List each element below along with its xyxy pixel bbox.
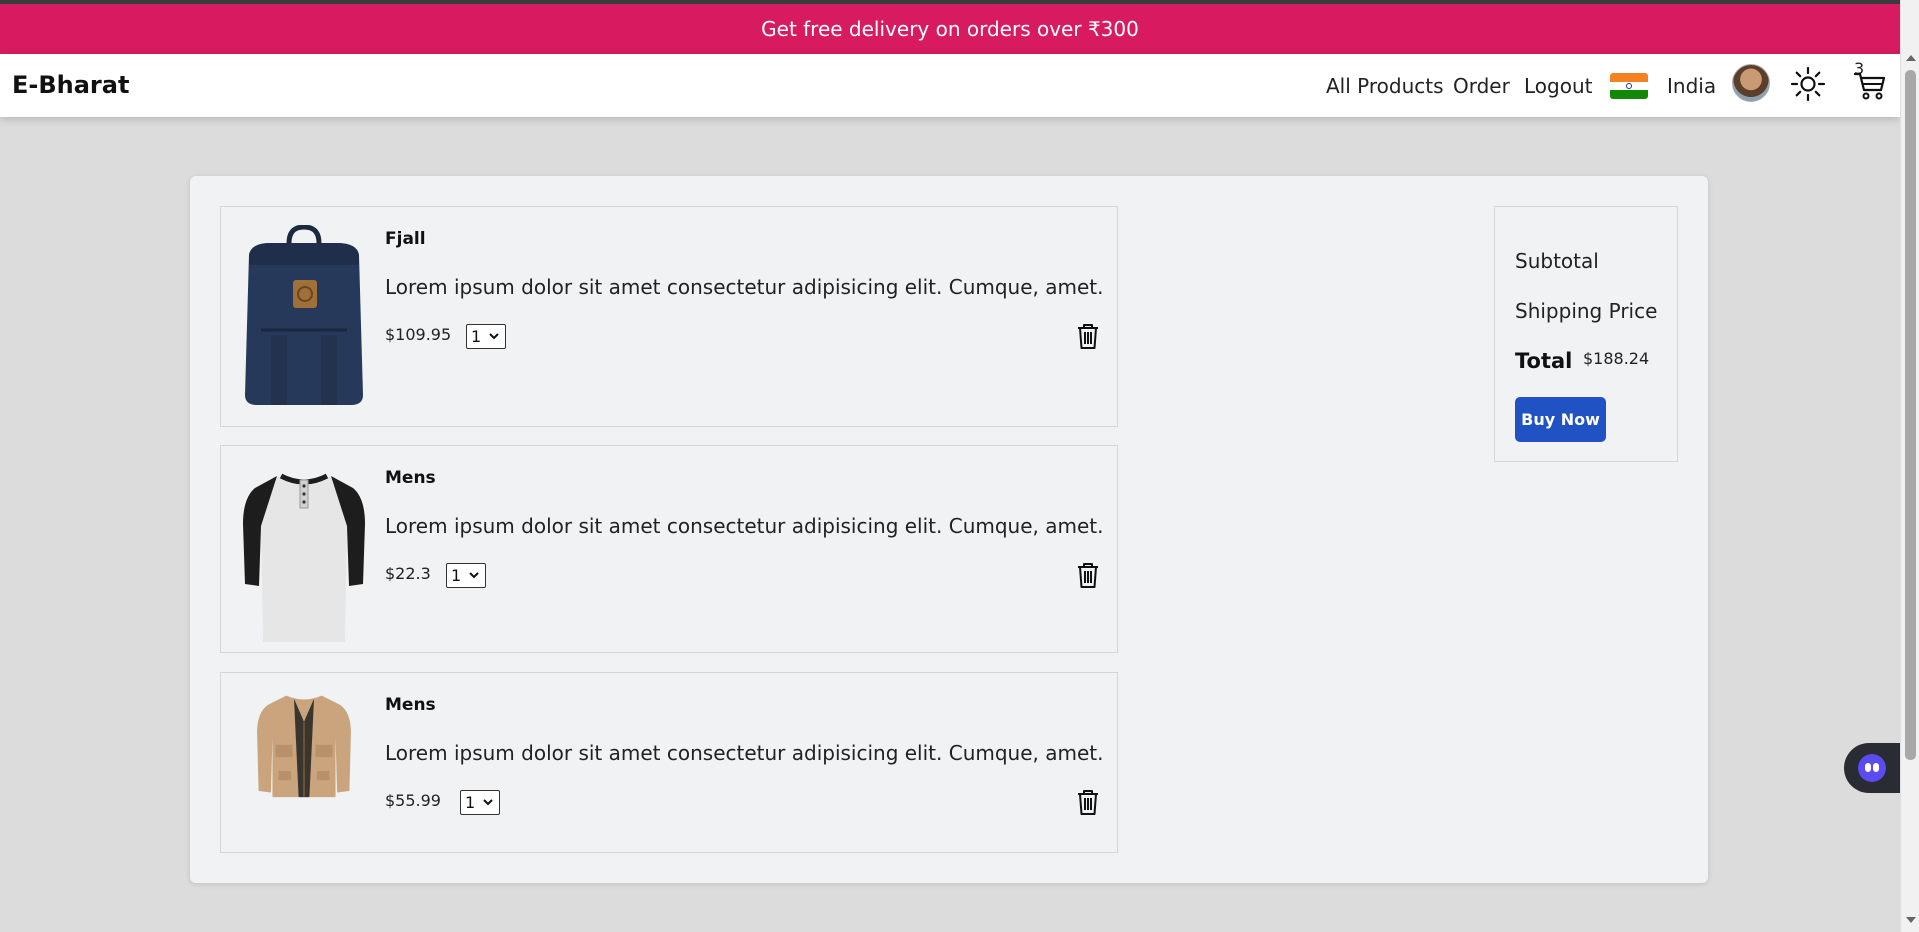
quantity-value: 1 — [451, 566, 462, 585]
quantity-value: 1 — [471, 327, 482, 346]
item-description: Lorem ipsum dolor sit amet consectetur a… — [385, 275, 1104, 299]
trash-icon[interactable] — [1076, 788, 1100, 816]
sun-theme-toggle-icon[interactable] — [1790, 66, 1826, 102]
promo-text: Get free delivery on orders over ₹300 — [761, 17, 1139, 41]
scroll-thumb[interactable] — [1905, 70, 1916, 760]
item-price: $55.99 — [385, 791, 441, 810]
chevron-down-icon — [483, 799, 493, 806]
item-description: Lorem ipsum dolor sit amet consectetur a… — [385, 741, 1104, 765]
item-title: Mens — [385, 695, 436, 715]
navbar: E-Bharat All Products Order Logout India… — [0, 54, 1900, 117]
quantity-select[interactable]: 1 — [460, 790, 500, 815]
scroll-down-arrow-icon[interactable] — [1906, 917, 1916, 923]
nav-all-products[interactable]: All Products — [1326, 74, 1444, 98]
chatbot-face-icon — [1858, 754, 1886, 782]
item-price: $109.95 — [385, 325, 452, 344]
shipping-price-label: Shipping Price — [1515, 299, 1658, 323]
backpack-icon — [245, 225, 363, 405]
cart-item: Mens Lorem ipsum dolor sit amet consecte… — [220, 445, 1118, 653]
item-title: Fjall — [385, 229, 426, 249]
henley-shirt-icon — [243, 473, 365, 642]
country-label: India — [1667, 74, 1717, 98]
trash-icon[interactable] — [1076, 322, 1100, 350]
india-flag-icon — [1610, 73, 1648, 99]
quantity-select[interactable]: 1 — [446, 563, 486, 588]
item-description: Lorem ipsum dolor sit amet consectetur a… — [385, 514, 1104, 538]
scroll-up-arrow-icon[interactable] — [1906, 55, 1916, 61]
page-scrollbar[interactable] — [1900, 0, 1919, 932]
quantity-value: 1 — [465, 793, 476, 812]
chatbot-launcher[interactable] — [1844, 743, 1900, 793]
nav-order[interactable]: Order — [1453, 74, 1510, 98]
cart-panel: Fjall Lorem ipsum dolor sit amet consect… — [190, 176, 1708, 883]
subtotal-label: Subtotal — [1515, 249, 1599, 273]
cart-item: Mens Lorem ipsum dolor sit amet consecte… — [220, 672, 1118, 853]
shopping-cart-icon[interactable] — [1852, 66, 1888, 102]
chevron-down-icon — [489, 333, 499, 340]
quantity-select[interactable]: 1 — [466, 324, 506, 349]
cart-item: Fjall Lorem ipsum dolor sit amet consect… — [220, 206, 1118, 427]
jacket-icon — [257, 695, 351, 798]
item-price: $22.3 — [385, 564, 431, 583]
user-avatar[interactable] — [1732, 64, 1770, 102]
total-label: Total — [1515, 349, 1573, 373]
nav-logout[interactable]: Logout — [1524, 74, 1592, 98]
chevron-down-icon — [469, 572, 479, 579]
promo-banner: Get free delivery on orders over ₹300 — [0, 4, 1900, 54]
brand-logo[interactable]: E-Bharat — [12, 71, 129, 99]
item-title: Mens — [385, 468, 436, 488]
order-summary: Subtotal Shipping Price Total $188.24 Bu… — [1494, 206, 1678, 462]
total-value: $188.24 — [1583, 349, 1650, 368]
trash-icon[interactable] — [1076, 561, 1100, 589]
buy-now-button[interactable]: Buy Now — [1515, 397, 1606, 442]
